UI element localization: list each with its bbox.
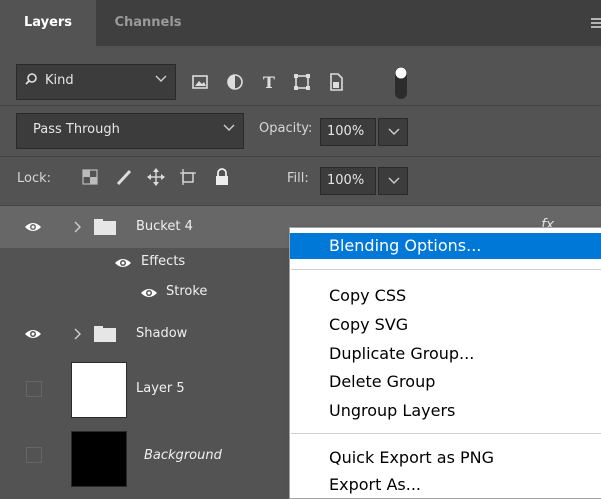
layer-thumbnail (71, 362, 127, 418)
adjustment-filter-icon[interactable] (225, 72, 245, 92)
opacity-value: 100% (327, 124, 365, 139)
image-filter-icon[interactable] (190, 72, 210, 92)
blend-mode-value: Pass Through (33, 122, 120, 137)
eye-icon[interactable] (140, 287, 158, 299)
tab-channels[interactable]: Channels (100, 0, 196, 46)
eye-icon (25, 223, 41, 231)
chevron-down-icon (155, 75, 167, 82)
menu-item-duplicate-group[interactable]: Duplicate Group... (290, 341, 601, 367)
chevron-down-icon (223, 124, 235, 131)
panel-menu-icon[interactable] (591, 18, 601, 28)
eye-icon[interactable] (114, 257, 132, 269)
lock-label: Lock: (17, 171, 52, 186)
layer-name[interactable]: Background (144, 448, 222, 463)
divider (0, 156, 601, 157)
context-menu: Blending Options... Copy CSS Copy SVG Du… (289, 227, 601, 499)
visibility-box (26, 381, 42, 397)
svg-text:T: T (263, 73, 275, 92)
type-filter-icon[interactable]: T (259, 72, 279, 92)
magnifier-icon (25, 73, 37, 85)
fill-input[interactable]: 100% (320, 167, 376, 195)
opacity-dropdown-button[interactable] (378, 118, 408, 146)
lock-all-icon[interactable] (212, 167, 232, 187)
visibility-toggle[interactable] (0, 418, 62, 497)
folder-icon (94, 326, 116, 342)
divider (0, 105, 601, 106)
menu-item-copy-css[interactable]: Copy CSS (290, 283, 601, 309)
visibility-box (26, 447, 42, 463)
menu-item-delete-group[interactable]: Delete Group (290, 369, 601, 395)
menu-item-ungroup-layers[interactable]: Ungroup Layers (290, 398, 601, 424)
menu-separator (291, 269, 601, 270)
effects-label: Effects (141, 254, 186, 269)
fill-dropdown-button[interactable] (378, 167, 408, 195)
smart-object-filter-icon[interactable] (326, 72, 346, 92)
filter-kind-label: Kind (45, 73, 74, 88)
layer-name[interactable]: Layer 5 (136, 381, 185, 396)
chevron-right-icon[interactable] (74, 221, 82, 233)
visibility-toggle[interactable] (0, 360, 62, 418)
chevron-down-icon (388, 177, 400, 184)
stroke-effect-label: Stroke (166, 284, 208, 299)
tab-layers[interactable]: Layers (0, 0, 96, 46)
blend-mode-select[interactable]: Pass Through (16, 113, 244, 149)
folder-icon (94, 219, 116, 235)
menu-item-blending-options[interactable]: Blending Options... (290, 233, 601, 259)
opacity-input[interactable]: 100% (320, 118, 376, 146)
menu-separator (291, 433, 601, 434)
fill-label: Fill: (287, 171, 309, 186)
menu-item-quick-export-png[interactable]: Quick Export as PNG (290, 445, 601, 471)
visibility-toggle[interactable] (0, 308, 62, 360)
lock-artboard-icon[interactable] (178, 167, 198, 187)
layer-name[interactable]: Bucket 4 (136, 219, 193, 234)
filter-kind-select[interactable]: Kind (16, 64, 176, 100)
lock-transparent-pixels-icon[interactable] (80, 167, 100, 187)
shape-filter-icon[interactable] (292, 72, 312, 92)
chevron-right-icon[interactable] (74, 328, 82, 340)
lock-image-pixels-icon[interactable] (114, 167, 134, 187)
eye-icon (25, 330, 41, 338)
menu-item-export-as[interactable]: Export As... (290, 472, 601, 498)
layer-name[interactable]: Shadow (136, 326, 187, 341)
visibility-toggle[interactable] (0, 206, 62, 248)
menu-item-copy-svg[interactable]: Copy SVG (290, 312, 601, 338)
opacity-label: Opacity: (259, 121, 313, 136)
layer-thumbnail (71, 431, 127, 487)
chevron-down-icon (388, 128, 400, 135)
fill-value: 100% (327, 173, 365, 188)
panel-tab-bar: Layers Channels (0, 0, 601, 46)
filter-toggle-icon[interactable] (394, 66, 408, 100)
lock-position-icon[interactable] (146, 167, 166, 187)
